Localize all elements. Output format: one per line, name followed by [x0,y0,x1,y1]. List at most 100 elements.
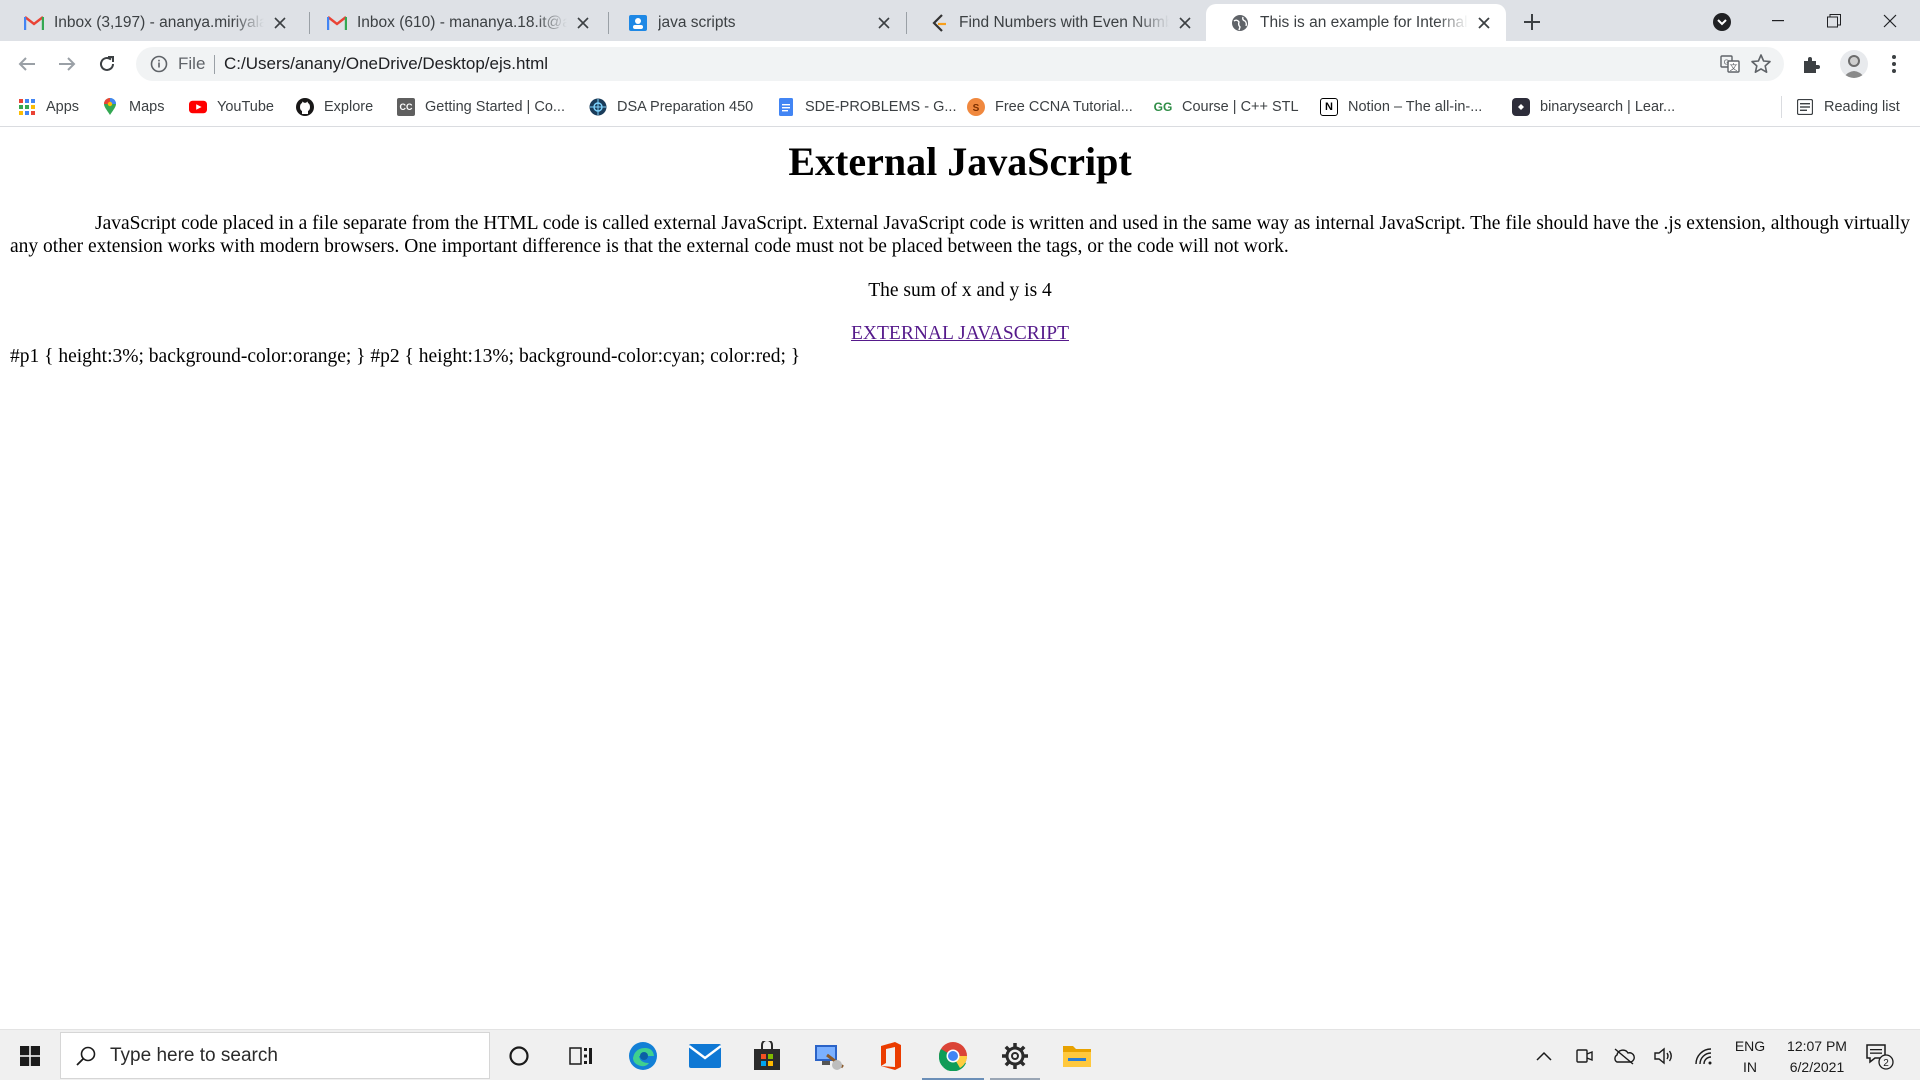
bookmark-binarysearch[interactable]: binarysearch | Lear... [1512,95,1675,119]
store-icon [754,1040,780,1070]
clock-button[interactable]: 12:07 PM 6/2/2021 [1772,1036,1862,1078]
forward-arrow-icon [59,57,76,71]
close-icon[interactable] [1474,13,1494,33]
office-icon [881,1041,901,1070]
bookmark-star-icon[interactable] [1750,53,1772,75]
notification-icon: 2 [1866,1044,1894,1070]
gfg-icon: GG [1153,100,1173,114]
close-window-button[interactable] [1860,0,1920,41]
taskbar-control-panel[interactable] [798,1030,860,1080]
translate-icon[interactable]: 文G [1720,54,1740,74]
cortana-icon [509,1045,529,1066]
bookmark-explore[interactable]: Explore [296,95,373,119]
new-tab-button[interactable] [1518,8,1546,36]
external-javascript-link[interactable]: EXTERNAL JAVASCRIPT [851,323,1069,344]
extensions-puzzle-icon[interactable] [1800,53,1824,77]
bookmark-label: Maps [129,99,165,115]
tab-title: This is an example for Internal JavaScri… [1260,13,1468,31]
speaker-icon [1654,1047,1672,1065]
tab-title: Inbox (3,197) - ananya.miriyala47 [54,13,264,31]
bookmark-label: Explore [324,99,374,115]
bookmark-label: Course | C++ STL [1182,99,1299,115]
binarysearch-icon [1512,98,1530,116]
taskbar-office[interactable] [860,1030,922,1080]
scheme-label: File [178,54,206,73]
notification-count: 2 [1883,1058,1889,1069]
address-bar[interactable]: File C:/Users/anany/OneDrive/Desktop/ejs… [136,47,1784,81]
restore-button[interactable] [1804,0,1864,41]
volume-button[interactable] [1652,1044,1676,1068]
input-language-button[interactable]: ENG IN [1730,1036,1770,1078]
search-icon [76,1046,96,1066]
onedrive-offline-icon [1614,1048,1635,1065]
clock-date: 6/2/2021 [1789,1059,1845,1075]
reload-button[interactable] [91,48,123,80]
bookmarks-separator [1781,96,1782,118]
kebab-menu-icon[interactable] [1884,52,1904,76]
url-text[interactable]: C:/Users/anany/OneDrive/Desktop/ejs.html [224,54,548,74]
bookmark-youtube[interactable]: YouTube [189,95,274,119]
tab-gmail-inbox-2[interactable]: Inbox (610) - mananya.18.it@anits [303,4,605,41]
task-view-icon [569,1046,592,1065]
task-view-button[interactable] [550,1030,612,1080]
bookmark-notion[interactable]: N Notion – The all-in-... [1320,95,1482,119]
taskbar-search-box[interactable]: Type here to search [60,1032,490,1079]
tab-gmail-inbox-1[interactable]: Inbox (3,197) - ananya.miriyala47 [0,4,302,41]
bookmark-maps[interactable]: Maps [101,95,164,119]
github-icon [296,98,314,116]
dsa-icon [589,98,607,116]
action-center-button[interactable]: 2 [1864,1042,1896,1070]
meet-now-button[interactable] [1572,1044,1596,1068]
bookmark-free-ccna[interactable]: S Free CCNA Tutorial... [967,95,1133,119]
forward-button[interactable] [51,48,83,80]
back-button[interactable] [11,48,43,80]
youtube-icon [189,98,207,116]
scheme-separator [214,55,215,74]
bookmarks-bar: Apps Maps YouTube Explore CC Getting Sta… [0,87,1920,127]
region-code: IN [1743,1059,1757,1075]
svg-text:S: S [973,103,980,114]
leetcode-icon [929,13,949,33]
taskbar-mail[interactable] [674,1030,736,1080]
close-icon[interactable] [1175,13,1195,33]
bookmark-getting-started[interactable]: CC Getting Started | Co... [397,95,565,119]
edge-icon [629,1041,657,1070]
show-hidden-icons-button[interactable] [1532,1044,1556,1068]
bookmark-dsa-preparation[interactable]: DSA Preparation 450 [589,95,753,119]
close-icon[interactable] [270,13,290,33]
tab-search-button[interactable] [1710,10,1734,34]
minimize-button[interactable] [1748,0,1808,41]
close-icon[interactable] [573,13,593,33]
taskbar-edge[interactable] [612,1030,674,1080]
reading-list-label: Reading list [1824,99,1900,115]
windows-taskbar: Type here to search ENG IN 12:07 PM 6/2/… [0,1029,1920,1080]
reading-list-button[interactable]: Reading list [1796,95,1900,119]
gmail-icon [24,13,44,33]
taskbar-settings[interactable] [984,1030,1046,1080]
tab-java-scripts[interactable]: java scripts [604,4,906,41]
info-icon[interactable] [150,55,168,73]
tab-leetcode[interactable]: Find Numbers with Even Number of Digits [905,4,1207,41]
start-button[interactable] [0,1030,60,1080]
profile-avatar[interactable] [1840,50,1868,78]
taskbar-file-explorer[interactable] [1046,1030,1108,1080]
bookmark-sde-problems[interactable]: SDE-PROBLEMS - G... [777,95,956,119]
onedrive-button[interactable] [1612,1044,1636,1068]
bookmark-apps[interactable]: Apps [18,95,79,119]
reload-icon [100,56,114,71]
cortana-button[interactable] [488,1030,550,1080]
svg-text:G: G [1724,60,1729,67]
taskbar-chrome[interactable] [922,1030,984,1080]
network-button[interactable] [1692,1044,1716,1068]
maps-icon [101,98,119,116]
tab-title: Find Numbers with Even Number of Digits [959,13,1169,31]
wifi-icon [1695,1048,1712,1065]
tab-active-internal-javascript[interactable]: This is an example for Internal JavaScri… [1206,4,1506,41]
bookmark-label: YouTube [217,99,274,115]
taskbar-store[interactable] [736,1030,798,1080]
globe-icon [1230,13,1250,33]
chevron-up-icon [1536,1051,1552,1061]
bookmark-course-cpp-stl[interactable]: GG Course | C++ STL [1154,95,1299,119]
close-icon[interactable] [874,13,894,33]
external-javascript-link-container: EXTERNAL JAVASCRIPT [0,323,1920,345]
